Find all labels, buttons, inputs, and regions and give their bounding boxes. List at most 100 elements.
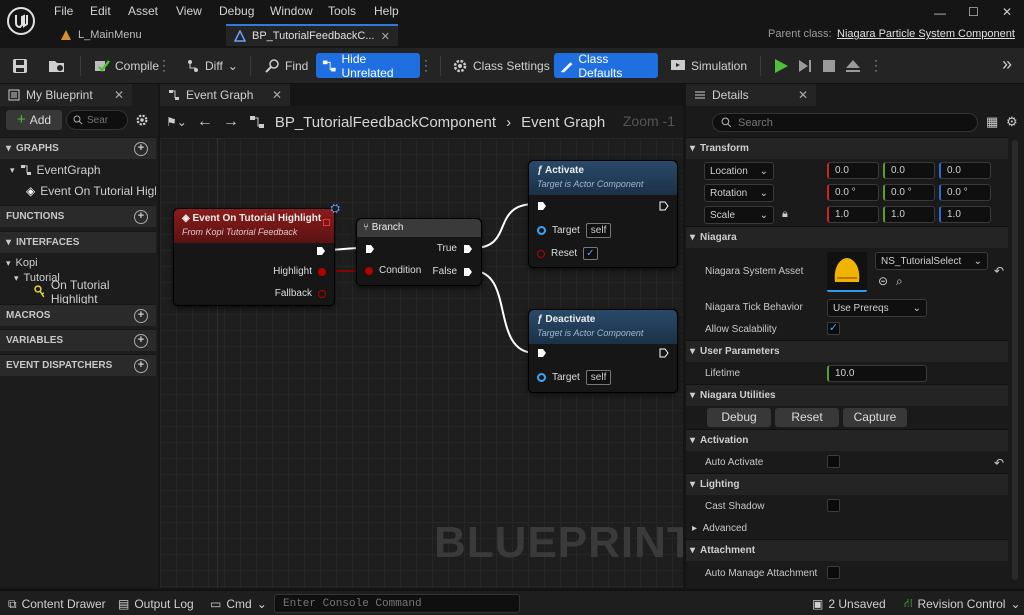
section-niagara[interactable]: ▾ Niagara xyxy=(686,226,1008,248)
close-tab-icon[interactable]: ✕ xyxy=(381,30,390,43)
close-window-icon[interactable]: ✕ xyxy=(1002,5,1012,19)
tab-blueprint[interactable]: BP_TutorialFeedbackC... ✕ xyxy=(226,24,398,46)
menu-asset[interactable]: Asset xyxy=(128,4,158,18)
section-activation[interactable]: ▾ Activation xyxy=(686,429,1008,451)
section-niagara-utilities[interactable]: ▾ Niagara Utilities xyxy=(686,384,1008,406)
section-interfaces[interactable]: ▾ INTERFACES xyxy=(0,231,156,253)
event-graph-tab[interactable]: Event Graph ✕ xyxy=(160,84,290,106)
play-icon[interactable] xyxy=(770,54,792,78)
menu-edit[interactable]: Edit xyxy=(90,4,111,18)
unsaved-button[interactable]: ▣ 2 Unsaved xyxy=(812,595,886,613)
add-dispatcher-icon[interactable]: + xyxy=(134,359,148,373)
section-event-dispatchers[interactable]: EVENT DISPATCHERS + xyxy=(0,354,156,376)
browse-asset-icon[interactable]: ⌕ xyxy=(896,274,903,289)
tree-item-interface-function[interactable]: On Tutorial Highlight xyxy=(34,278,158,306)
rotation-y-field[interactable]: 0.0 ° xyxy=(883,184,935,201)
rotation-x-field[interactable]: 0.0 ° xyxy=(827,184,879,201)
cmd-dropdown[interactable]: ▭ Cmd ⌄ xyxy=(210,595,267,613)
activate-target-pin[interactable]: Target self xyxy=(537,223,612,238)
auto-activate-checkbox[interactable] xyxy=(827,455,840,468)
fallback-pin[interactable]: Fallback xyxy=(275,288,326,299)
graph-canvas[interactable]: BLUEPRINT ◈ Event On Tutorial Highlight … xyxy=(160,138,683,588)
tick-behavior-dropdown[interactable]: Use Prereqs ⌄ xyxy=(827,299,927,317)
section-user-parameters[interactable]: ▾ User Parameters xyxy=(686,340,1008,362)
content-drawer-button[interactable]: ⧉ Content Drawer xyxy=(8,595,106,613)
close-graph-tab-icon[interactable]: ✕ xyxy=(272,88,282,102)
add-macro-icon[interactable]: + xyxy=(134,309,148,323)
lock-icon[interactable]: 🔒︎ xyxy=(782,208,788,221)
hide-unrelated-options-icon[interactable]: · · · xyxy=(424,54,428,76)
details-search[interactable] xyxy=(712,113,978,132)
details-scrollbar[interactable] xyxy=(1012,140,1018,580)
advanced-row[interactable]: ▸ Advanced xyxy=(692,523,1014,534)
close-details-icon[interactable]: ✕ xyxy=(798,88,808,102)
settings-gear-icon[interactable] xyxy=(135,113,149,127)
menu-tools[interactable]: Tools xyxy=(328,4,356,18)
cast-shadow-checkbox[interactable] xyxy=(827,499,840,512)
tab-main-menu[interactable]: L_MainMenu xyxy=(52,24,222,46)
eject-icon[interactable] xyxy=(842,54,864,78)
highlight-pin[interactable]: Highlight xyxy=(273,266,326,277)
tree-item-event[interactable]: ◈ Event On Tutorial Highlight xyxy=(26,181,156,201)
section-lighting[interactable]: ▾ Lighting xyxy=(686,473,1008,495)
blueprint-search[interactable] xyxy=(66,110,128,130)
output-log-button[interactable]: ▤ Output Log xyxy=(118,595,194,613)
add-variable-icon[interactable]: + xyxy=(134,334,148,348)
details-tab[interactable]: Details ✕ xyxy=(686,84,816,106)
expand-toolbar-icon[interactable]: » xyxy=(1002,54,1012,75)
section-transform[interactable]: ▾ Transform xyxy=(686,137,1008,159)
true-pin[interactable]: True xyxy=(437,243,473,254)
settings-gear-icon[interactable]: ⚙ xyxy=(1006,114,1018,130)
simulation-button[interactable]: Simulation xyxy=(664,53,753,78)
parent-class-link[interactable]: Niagara Particle System Component xyxy=(837,28,1015,40)
location-y-field[interactable]: 0.0 xyxy=(883,162,935,179)
close-panel-icon[interactable]: ✕ xyxy=(114,88,124,102)
false-pin[interactable]: False xyxy=(433,266,473,277)
branch-node[interactable]: ⑂ Branch Condition True False xyxy=(356,218,482,286)
my-blueprint-tab[interactable]: My Blueprint ✕ xyxy=(0,84,132,106)
reset-checkbox[interactable]: ✓ xyxy=(583,247,598,260)
find-button[interactable]: Find xyxy=(258,53,314,78)
scale-y-field[interactable]: 1.0 xyxy=(883,206,935,223)
bookmark-icon[interactable]: ⚑⌄ xyxy=(166,115,187,129)
reset-pin[interactable]: Reset ✓ xyxy=(537,247,598,260)
tree-item-eventgraph[interactable]: ▾ EventGraph xyxy=(10,160,101,180)
revision-control-button[interactable]: ⛙ Revision Control ⌄ xyxy=(904,595,1021,613)
step-icon[interactable] xyxy=(794,54,816,78)
location-x-field[interactable]: 0.0 xyxy=(827,162,879,179)
details-search-input[interactable] xyxy=(738,116,938,129)
hide-unrelated-button[interactable]: Hide Unrelated xyxy=(316,52,420,80)
delegate-pin[interactable] xyxy=(323,219,330,226)
condition-pin[interactable]: Condition xyxy=(365,265,421,276)
reset-to-default-icon[interactable]: ↶ xyxy=(994,456,1004,470)
unreal-logo-icon[interactable] xyxy=(6,6,36,36)
deactivate-self-field[interactable]: self xyxy=(585,370,612,385)
deactivate-target-pin[interactable]: Target self xyxy=(537,370,612,385)
section-attachment[interactable]: ▾ Attachment xyxy=(686,539,1008,561)
section-macros[interactable]: MACROS + xyxy=(0,304,156,326)
class-defaults-button[interactable]: Class Defaults xyxy=(554,52,658,80)
stop-icon[interactable] xyxy=(818,54,840,78)
menu-file[interactable]: File xyxy=(54,4,73,18)
capture-button[interactable]: Capture xyxy=(843,408,907,427)
exec-out-pin[interactable] xyxy=(659,348,669,358)
exec-out-pin[interactable] xyxy=(316,246,326,256)
section-functions[interactable]: FUNCTIONS + xyxy=(0,205,156,227)
menu-window[interactable]: Window xyxy=(270,4,313,18)
diff-button[interactable]: Diff ⌄ xyxy=(180,53,244,78)
exec-in-pin[interactable] xyxy=(365,244,375,254)
menu-debug[interactable]: Debug xyxy=(219,4,254,18)
minimize-icon[interactable]: — xyxy=(934,6,946,20)
rotation-z-field[interactable]: 0.0 ° xyxy=(939,184,991,201)
blueprint-search-input[interactable] xyxy=(87,114,127,126)
compile-options-icon[interactable]: · · · xyxy=(162,54,166,76)
menu-view[interactable]: View xyxy=(176,4,202,18)
scale-z-field[interactable]: 1.0 xyxy=(939,206,991,223)
activate-self-field[interactable]: self xyxy=(585,223,612,238)
compile-button[interactable]: Compile xyxy=(88,53,165,78)
scale-x-field[interactable]: 1.0 xyxy=(827,206,879,223)
reset-button[interactable]: Reset xyxy=(775,408,839,427)
play-options-icon[interactable]: · · · xyxy=(874,54,878,76)
reset-to-default-icon[interactable]: ↶ xyxy=(994,264,1004,278)
exec-in-pin[interactable] xyxy=(537,201,547,211)
